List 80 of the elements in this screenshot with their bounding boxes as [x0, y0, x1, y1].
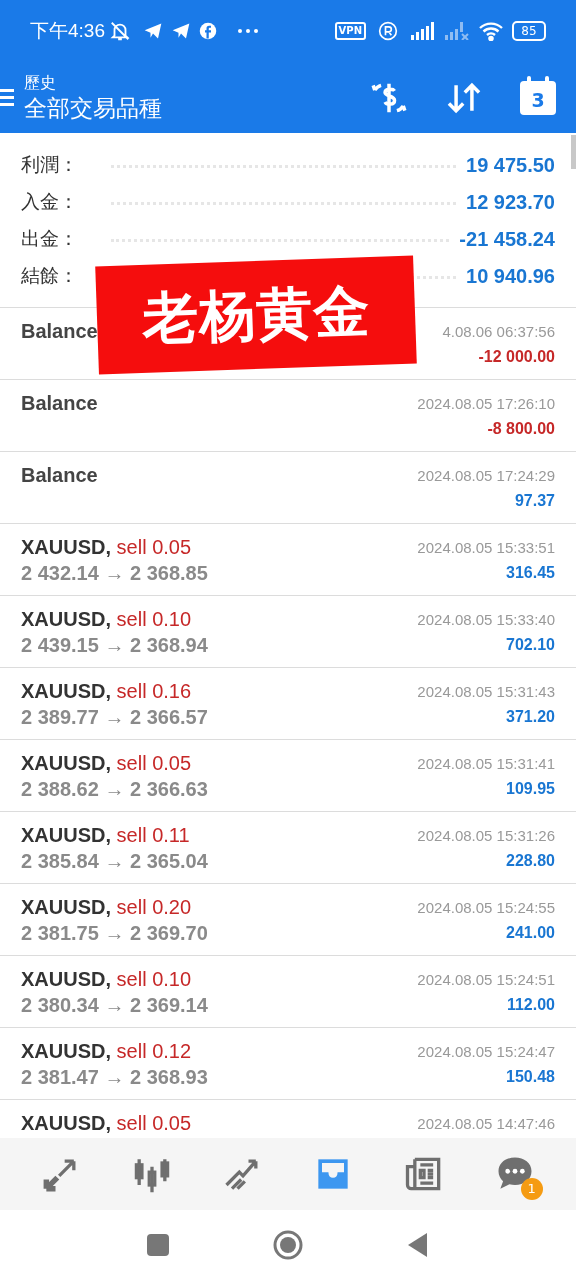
header-subtitle: 歷史 [24, 72, 57, 93]
menu-icon[interactable] [0, 86, 14, 109]
summary-value: 10 940.96 [466, 263, 555, 289]
deal-side: sell 0.16 [116, 680, 192, 702]
deal-profit: 150.48 [506, 1067, 555, 1087]
header-title: 全部交易品種 [24, 93, 162, 123]
deal-symbol: XAUUSD, [21, 824, 111, 846]
deal-symbol: XAUUSD, [21, 680, 111, 702]
deal-profit: 241.00 [506, 923, 555, 943]
summary-value: 12 923.70 [466, 189, 555, 215]
wifi-icon [478, 21, 504, 41]
deal-prices: 2 381.75 → 2 369.70 [21, 921, 208, 946]
deal-side: sell 0.11 [116, 824, 190, 846]
deal-symbol: XAUUSD, [21, 608, 111, 630]
deal-symbol: XAUUSD, [21, 968, 111, 990]
deal-symbol: Balance [21, 320, 98, 342]
deal-symbol: Balance [21, 392, 98, 414]
home-button[interactable] [273, 1230, 303, 1260]
social-icon [199, 22, 217, 40]
paper-plane-icon [171, 21, 191, 41]
paper-plane-icon [143, 21, 163, 41]
summary-label: 利潤： [21, 152, 79, 178]
deal-side: sell 0.20 [116, 896, 192, 918]
deal-symbol: XAUUSD, [21, 1040, 111, 1062]
deal-symbol: XAUUSD, [21, 896, 111, 918]
deal-symbol: Balance [21, 464, 98, 486]
summary-label: 入金： [21, 189, 79, 215]
deal-prices: 2 439.15 → 2 368.94 [21, 633, 208, 658]
deal-time: 2024.08.05 15:31:43 [417, 682, 555, 702]
deal-profit: 109.95 [506, 779, 555, 799]
deal-time: 2024.08.05 15:33:40 [417, 610, 555, 630]
more-icon [237, 28, 259, 34]
deal-prices: 2 381.47 → 2 368.93 [21, 1065, 208, 1090]
signal-icon [410, 22, 436, 40]
status-time: 下午4:36 [30, 18, 105, 43]
deal-side: sell 0.12 [116, 1040, 192, 1062]
deal-profit: 228.80 [506, 851, 555, 871]
registered-icon [378, 21, 398, 41]
deal-profit: 112.00 [506, 995, 555, 1015]
deal-time: 2024.08.05 15:31:26 [417, 826, 555, 846]
deal-prices: 2 389.77 → 2 366.57 [21, 705, 208, 730]
deal-side: sell 0.05 [116, 752, 192, 774]
scrollbar [571, 135, 576, 169]
summary-value: 19 475.50 [466, 152, 555, 178]
bell-off-icon [109, 20, 131, 42]
deal-profit: 702.10 [506, 635, 555, 655]
deal-symbol: XAUUSD, [21, 752, 111, 774]
deal-time: 2024.08.05 15:33:51 [417, 538, 555, 558]
deal-time: 2024.08.05 15:24:47 [417, 1042, 555, 1062]
summary-label: 出金： [21, 226, 79, 252]
deal-prices: 2 380.34 → 2 369.14 [21, 993, 208, 1018]
summary-label: 結餘： [21, 263, 79, 289]
back-button[interactable] [407, 1233, 429, 1257]
deal-profit: 97.37 [514, 491, 555, 511]
deal-side: sell 0.05 [116, 1112, 192, 1134]
deal-symbol: XAUUSD, [21, 1112, 111, 1134]
summary-value: -21 458.24 [459, 226, 555, 252]
battery-indicator: 85 [512, 21, 546, 41]
deal-prices: 2 385.84 → 2 365.04 [21, 849, 208, 874]
deal-time: 2024.08.05 17:26:10 [417, 394, 555, 414]
deal-time: 2024.08.05 17:24:29 [417, 466, 555, 486]
deal-time: 2024.08.05 15:24:51 [417, 970, 555, 990]
deal-side: sell 0.10 [116, 968, 192, 990]
deal-profit: 371.20 [506, 707, 555, 727]
deal-time: 2024.08.05 14:47:46 [417, 1114, 555, 1134]
deal-time: 2024.08.05 15:24:55 [417, 898, 555, 918]
deal-time: 2024.08.05 15:31:41 [417, 754, 555, 774]
deal-profit: -12 000.00 [478, 347, 555, 367]
deal-prices: 2 432.14 → 2 368.85 [21, 561, 208, 586]
no-signal-icon [444, 22, 470, 40]
vpn-badge: VPN [334, 22, 366, 40]
deal-side: sell 0.10 [116, 608, 192, 630]
deal-side: sell 0.05 [116, 536, 192, 558]
deal-profit: 316.45 [506, 563, 555, 583]
deal-time: 4.08.06 06:37:56 [442, 322, 555, 342]
deal-prices: 2 388.62 → 2 366.63 [21, 777, 208, 802]
deal-profit: -8 800.00 [487, 419, 555, 439]
notification-badge: 1 [520, 1178, 543, 1200]
deal-symbol: XAUUSD, [21, 536, 111, 558]
recent-apps-button[interactable] [147, 1234, 169, 1256]
